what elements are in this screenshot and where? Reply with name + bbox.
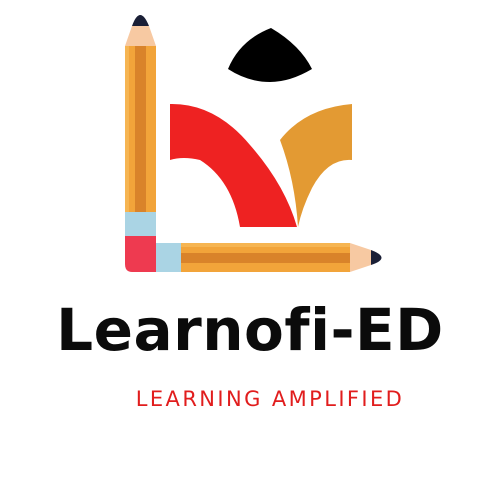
horizontal-pencil-icon — [156, 243, 382, 272]
brand-name: Learnofi-ED — [56, 296, 444, 364]
head-icon — [228, 28, 312, 82]
logo-canvas: Learnofi-ED LEARNING AMPLIFIED — [0, 0, 500, 500]
logo-emblem — [125, 15, 382, 272]
open-book-left-page-icon — [170, 103, 297, 227]
vertical-pencil-icon — [125, 15, 156, 272]
open-book-right-page-icon — [280, 104, 352, 227]
brand-tagline: LEARNING AMPLIFIED — [135, 387, 405, 411]
